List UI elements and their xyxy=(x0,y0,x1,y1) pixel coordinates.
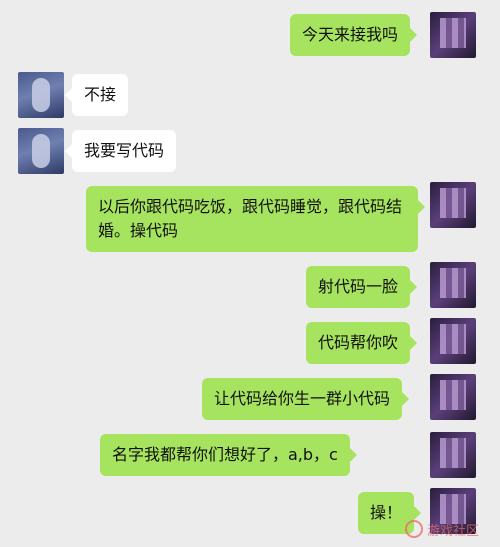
user-avatar-icon[interactable] xyxy=(430,262,476,308)
watermark-logo-icon xyxy=(405,520,423,538)
user-avatar-icon[interactable] xyxy=(430,318,476,364)
user-avatar-icon[interactable] xyxy=(430,432,476,478)
contact-avatar-icon[interactable] xyxy=(18,72,64,118)
received-message-bubble[interactable]: 我要写代码 xyxy=(64,130,177,172)
user-avatar-icon[interactable] xyxy=(430,12,476,58)
site-watermark: 游戏社区 xyxy=(405,514,497,544)
chat-window: 今天来接我吗 不接 我要写代码 以后你跟代码吃饭，跟代码睡觉，跟代码结婚。操代码… xyxy=(0,0,500,547)
sent-message-bubble[interactable]: 代码帮你吹 xyxy=(306,322,418,364)
sent-message-bubble[interactable]: 今天来接我吗 xyxy=(290,14,418,56)
contact-avatar-icon[interactable] xyxy=(18,128,64,174)
sent-message-bubble[interactable]: 名字我都帮你们想好了，a,b，c xyxy=(100,434,357,476)
user-avatar-icon[interactable] xyxy=(430,374,476,420)
received-message-bubble[interactable]: 不接 xyxy=(64,74,129,116)
watermark-label: 游戏社区 xyxy=(427,523,480,539)
sent-message-bubble[interactable]: 射代码一脸 xyxy=(306,266,418,308)
user-avatar-icon[interactable] xyxy=(430,182,476,228)
sent-message-bubble[interactable]: 让代码给你生一群小代码 xyxy=(202,378,410,420)
sent-message-bubble[interactable]: 以后你跟代码吃饭，跟代码睡觉，跟代码结婚。操代码 xyxy=(86,186,425,252)
